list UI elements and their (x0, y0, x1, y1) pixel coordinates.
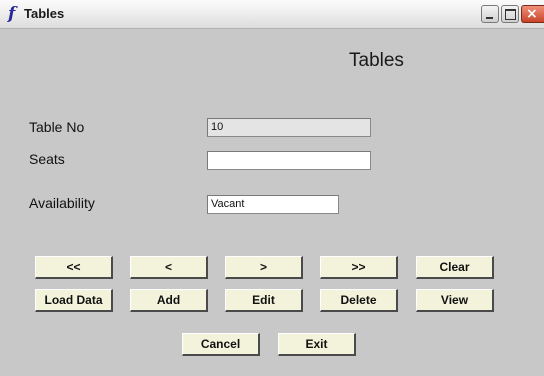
view-button[interactable]: View (416, 289, 494, 312)
minimize-button[interactable] (481, 5, 499, 23)
close-icon: × (526, 6, 538, 22)
last-record-button[interactable]: >> (320, 256, 398, 279)
exit-button[interactable]: Exit (278, 333, 356, 356)
next-record-button[interactable]: > (225, 256, 303, 279)
first-record-button[interactable]: << (35, 256, 113, 279)
maximize-button[interactable] (501, 5, 519, 23)
edit-button[interactable]: Edit (225, 289, 303, 312)
seats-field[interactable] (207, 151, 371, 170)
availability-label: Availability (29, 195, 95, 211)
app-function-icon: f (8, 4, 16, 24)
delete-button[interactable]: Delete (320, 289, 398, 312)
availability-field[interactable]: Vacant (207, 195, 339, 214)
clear-button[interactable]: Clear (416, 256, 494, 279)
form-heading: Tables (349, 50, 404, 71)
table-no-field[interactable]: 10 (207, 118, 371, 137)
table-no-label: Table No (29, 119, 85, 135)
cancel-button[interactable]: Cancel (182, 333, 260, 356)
previous-record-button[interactable]: < (130, 256, 208, 279)
close-button[interactable]: × (521, 5, 544, 23)
title-bar[interactable]: f Tables × (0, 0, 544, 29)
add-button[interactable]: Add (130, 289, 208, 312)
load-data-button[interactable]: Load Data (35, 289, 113, 312)
seats-label: Seats (29, 151, 65, 167)
window-title: Tables (24, 6, 65, 21)
tables-window: f Tables × Tables Table No 10 Seats Avai… (0, 0, 544, 376)
